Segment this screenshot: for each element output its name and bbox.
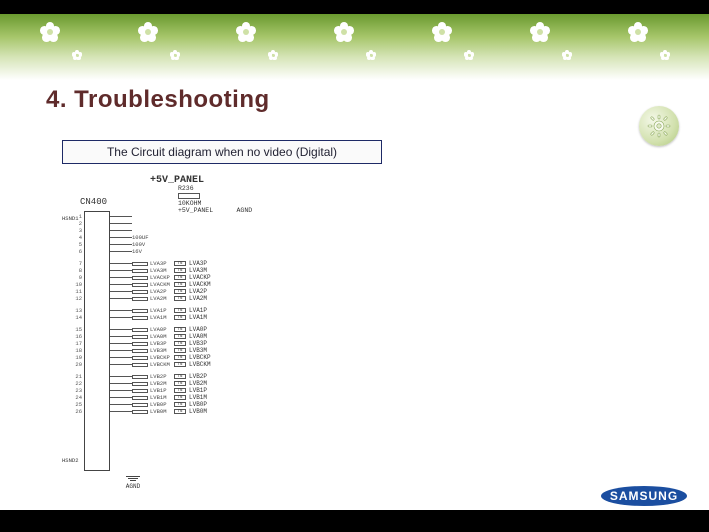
brand-logo: SAMSUNG (601, 486, 687, 506)
flower-icon (170, 50, 180, 60)
pin-numbers: 1234567891011121314151617181920212223242… (72, 213, 82, 415)
subtitle-box: The Circuit diagram when no video (Digit… (62, 140, 382, 164)
flower-icon (72, 50, 82, 60)
resistor-top: R236 10KOHM +5V_PANEL AGND (178, 185, 252, 214)
flower-icon (236, 22, 256, 42)
connector-label: CN400 (80, 197, 107, 207)
flower-icon (268, 50, 278, 60)
flower-icon (334, 22, 354, 42)
header-gradient (0, 14, 709, 80)
net-names: TNLVA3PTNLVA3MTNLVACKPTNLVACKMTNLVA2PTNL… (174, 213, 244, 415)
gear-icon (639, 106, 679, 146)
flower-icon (40, 22, 60, 42)
flower-icon (530, 22, 550, 42)
top-black-bar (0, 0, 709, 14)
flower-icon (432, 22, 452, 42)
flower-icon (366, 50, 376, 60)
wires (110, 213, 132, 415)
flower-icon (628, 22, 648, 42)
subtitle-text: The Circuit diagram when no video (Digit… (107, 145, 337, 159)
flower-icon (138, 22, 158, 42)
flower-icon (562, 50, 572, 60)
brand-name: SAMSUNG (601, 486, 687, 506)
flower-icon (464, 50, 474, 60)
slide: 4. Troubleshooting The Circuit diagram w… (0, 0, 709, 532)
bottom-black-bar (0, 510, 709, 532)
flower-icon (660, 50, 670, 60)
ground-symbol: AGND (118, 475, 148, 490)
connector-outline (84, 211, 110, 471)
side-ref-2: HSND2 (62, 457, 79, 464)
resistor-val: 10KOHM (178, 200, 201, 207)
resistor-nets: 100UF100V16VLVA3PLVA3MLVACKPLVACKMLVA2PL… (132, 213, 170, 415)
circuit-diagram: +5V_PANEL CN400 R236 10KOHM +5V_PANEL AG… (58, 175, 328, 497)
page-title: 4. Troubleshooting (46, 86, 270, 114)
ground-label: AGND (118, 483, 148, 490)
resistor-ref: R236 (178, 185, 194, 192)
